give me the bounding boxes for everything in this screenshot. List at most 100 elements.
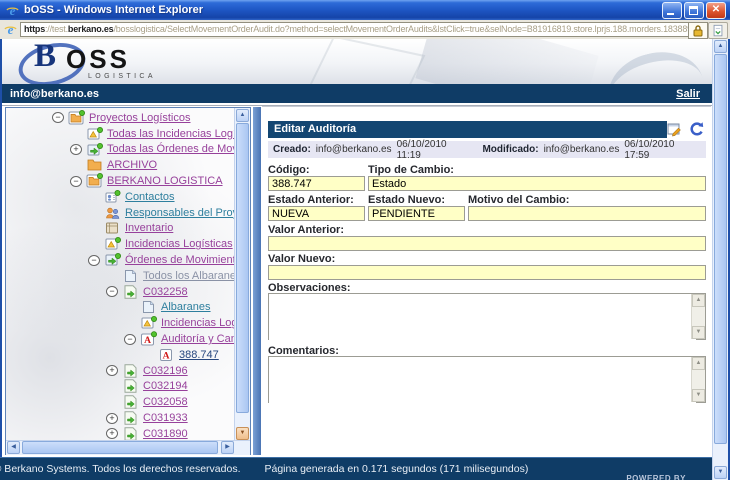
tree-item-link[interactable]: Órdenes de Movimiento [125, 254, 234, 266]
observaciones-textarea[interactable] [269, 294, 696, 343]
valor-nuevo-input[interactable] [268, 265, 706, 280]
close-button[interactable] [706, 2, 726, 19]
scroll-left-button[interactable]: ◀ [7, 441, 20, 454]
estado-anterior-input[interactable] [268, 206, 365, 221]
tree-item[interactable]: C032194 [6, 379, 234, 395]
svg-text:e: e [8, 22, 14, 37]
tree-item-link[interactable]: Proyectos Logísticos [89, 112, 191, 124]
motivo-cambio-input[interactable] [468, 206, 706, 221]
page-go-button[interactable] [708, 22, 728, 39]
tree-item-link[interactable]: Incidencias Logísticas [161, 317, 234, 329]
edit-icon[interactable] [666, 121, 683, 137]
navigation-tree-panel: − Proyectos Logísticos Todas las Incidenci… [5, 107, 251, 456]
tree-item-link[interactable]: Contactos [125, 191, 175, 203]
modified-user: info@berkano.es [544, 144, 620, 155]
expand-icon[interactable]: + [106, 428, 118, 439]
logo-text: OSS [66, 44, 130, 75]
comentarios-textarea[interactable] [269, 357, 696, 406]
panel-splitter[interactable] [253, 107, 261, 456]
expand-icon[interactable]: + [106, 365, 118, 376]
scroll-up-button[interactable]: ▲ [236, 109, 249, 122]
url-field[interactable]: https://test.berkano.es/bosslogistica/Se… [20, 22, 689, 37]
tree-item[interactable]: + C031933 [6, 410, 234, 426]
estado-nuevo-label: Estado Nuevo: [368, 194, 445, 206]
window-scroll-up-button[interactable]: ▲ [714, 40, 727, 53]
tree-item-link[interactable]: C032058 [143, 396, 188, 408]
tree-vertical-scrollbar[interactable]: ▲ ▼ [234, 108, 250, 441]
textarea-scroll-up-icon[interactable]: ▲ [692, 294, 705, 307]
tree-item-link[interactable]: Incidencias Logísticas [125, 238, 233, 250]
window-vertical-scrollbar[interactable]: ▲ ▼ [712, 39, 728, 480]
tree-item-link[interactable]: 388.747 [179, 349, 219, 361]
tree-item-link[interactable]: Albaranes [161, 301, 211, 313]
window-scroll-down-button[interactable]: ▼ [714, 466, 727, 479]
estado-anterior-label: Estado Anterior: [268, 194, 354, 206]
doc-plain-icon [140, 299, 157, 315]
logout-link[interactable]: Salir [676, 88, 712, 100]
tree-item[interactable]: A388.747 [6, 347, 234, 363]
tree-item[interactable]: − BERKANO LOGISTICA [6, 173, 234, 189]
scroll-right-button[interactable]: ▶ [221, 441, 234, 454]
tree-item[interactable]: −A Auditoría y Cambios [6, 331, 234, 347]
tree-item[interactable]: Incidencias Logísticas [6, 315, 234, 331]
tree-item-link[interactable]: C032258 [143, 286, 188, 298]
scroll-down-button[interactable]: ▼ [236, 427, 249, 440]
textarea-scroll-down-icon[interactable]: ▼ [692, 326, 705, 339]
expander-spacer [124, 302, 136, 313]
tree-item[interactable]: + C032196 [6, 363, 234, 379]
textarea-scroll-down-icon[interactable]: ▼ [692, 389, 705, 402]
tree-item-link[interactable]: Todos los Albaranes [143, 270, 234, 282]
tree-item-link[interactable]: Todas las Incidencias Logísticas [107, 128, 234, 140]
window-vscroll-thumb[interactable] [714, 54, 727, 444]
tree-item[interactable]: − Proyectos Logísticos [6, 110, 234, 126]
expand-icon[interactable]: + [106, 413, 118, 424]
tree-item[interactable]: + Todas las Órdenes de Movimiento [6, 142, 234, 158]
incident-doc-icon [104, 236, 121, 252]
expand-icon[interactable]: + [70, 144, 82, 155]
tree-item[interactable]: − Órdenes de Movimiento [6, 252, 234, 268]
tree-vscroll-thumb[interactable] [236, 123, 249, 413]
tree-hscroll-thumb[interactable] [22, 441, 218, 454]
tree-item[interactable]: ARCHIVO [6, 157, 234, 173]
codigo-input[interactable] [268, 176, 365, 191]
tree-item-link[interactable]: Todas las Órdenes de Movimiento [107, 143, 234, 155]
tree-item[interactable]: Todos los Albaranes [6, 268, 234, 284]
modified-label: Modificado: [482, 144, 538, 155]
estado-nuevo-input[interactable] [368, 206, 465, 221]
tree-horizontal-scrollbar[interactable]: ◀ ▶ [6, 440, 250, 455]
tree-item-link[interactable]: BERKANO LOGISTICA [107, 175, 223, 187]
tree-item-link[interactable]: Auditoría y Cambios [161, 333, 234, 345]
tree-item[interactable]: Responsables del Proyecto [6, 205, 234, 221]
collapse-icon[interactable]: − [124, 334, 136, 345]
tree-item[interactable]: Contactos [6, 189, 234, 205]
tree-item-link[interactable]: ARCHIVO [107, 159, 157, 171]
tree-item-link[interactable]: C032196 [143, 365, 188, 377]
tree-item[interactable]: − C032258 [6, 284, 234, 300]
collapse-icon[interactable]: − [52, 112, 64, 123]
refresh-icon[interactable] [688, 121, 705, 137]
tree-item-link[interactable]: C031933 [143, 412, 188, 424]
tree-item-link[interactable]: Inventario [125, 222, 173, 234]
valor-anterior-input[interactable] [268, 236, 706, 251]
tree-item-link[interactable]: C031890 [143, 428, 188, 440]
minimize-button[interactable] [662, 2, 682, 19]
tree-item[interactable]: Todas las Incidencias Logísticas [6, 126, 234, 142]
tipo-cambio-input[interactable] [368, 176, 706, 191]
collapse-icon[interactable]: − [70, 176, 82, 187]
tree-item[interactable]: Inventario [6, 221, 234, 237]
maximize-button[interactable] [684, 2, 704, 19]
audit-icon: A [140, 331, 157, 347]
tree-item[interactable]: Incidencias Logísticas [6, 236, 234, 252]
tree-item-link[interactable]: Responsables del Proyecto [125, 207, 234, 219]
url-separator: ://test. [45, 24, 68, 34]
tree-item[interactable]: C032058 [6, 394, 234, 410]
expander-spacer [70, 128, 82, 139]
edit-audit-panel: Editar Auditoría Creado: info@berkano.es… [262, 106, 711, 456]
tree-item[interactable]: Albaranes [6, 300, 234, 316]
collapse-icon[interactable]: − [106, 286, 118, 297]
logo-letter-b: B [34, 39, 56, 75]
collapse-icon[interactable]: − [88, 255, 100, 266]
tipo-cambio-label: Tipo de Cambio: [368, 164, 454, 176]
tree-item-link[interactable]: C032194 [143, 380, 188, 392]
textarea-scroll-up-icon[interactable]: ▲ [692, 357, 705, 370]
